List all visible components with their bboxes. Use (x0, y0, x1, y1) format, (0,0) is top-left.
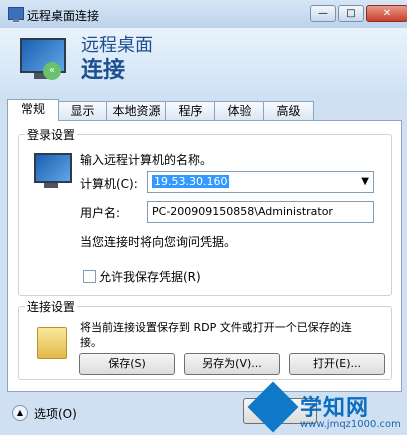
chevron-down-icon[interactable]: ▼ (361, 172, 369, 192)
tab-local-resources[interactable]: 本地资源 (106, 101, 167, 120)
computer-combobox[interactable]: 19.53.30.160 ▼ (147, 171, 374, 193)
login-settings-group: 登录设置 输入远程计算机的名称。 计算机(C): 19.53.30.160 ▼ … (18, 126, 392, 296)
connection-settings-title: 连接设置 (25, 298, 78, 315)
chevron-up-icon[interactable]: ▲ (12, 405, 28, 421)
computer-label: 计算机(C): (80, 177, 138, 191)
close-button[interactable]: ✕ (366, 5, 407, 22)
connection-description-line-2: 接。 (80, 336, 102, 349)
folder-icon (37, 327, 67, 359)
watermark-logo: 学知网 www.jmqz1000.com (247, 381, 407, 435)
login-settings-title: 登录设置 (25, 126, 78, 143)
title-bar: 远程桌面连接 — □ ✕ (0, 0, 407, 28)
watermark-name: 学知网 (300, 396, 370, 421)
tab-display[interactable]: 显示 (57, 101, 108, 120)
save-credentials-label: 允许我保存凭据(R) (99, 270, 201, 284)
connection-description-line-1: 将当前连接设置保存到 RDP 文件或打开一个已保存的连 (80, 321, 352, 334)
computer-name-prompt: 输入远程计算机的名称。 (80, 153, 213, 167)
save-button[interactable]: 保存(S) (79, 353, 175, 375)
minimize-button[interactable]: — (310, 5, 336, 22)
computer-icon (34, 153, 72, 183)
connect-arrow-icon: « (43, 62, 61, 80)
header-banner: « 远程桌面 连接 (0, 28, 407, 91)
tab-experience[interactable]: 体验 (214, 101, 265, 120)
general-tab-panel: 登录设置 输入远程计算机的名称。 计算机(C): 19.53.30.160 ▼ … (7, 120, 402, 392)
open-button[interactable]: 打开(E)... (289, 353, 385, 375)
computer-base-icon (44, 183, 58, 188)
credentials-note: 当您连接时将向您询问凭据。 (80, 235, 237, 249)
username-field[interactable]: PC-200909150858\Administrator (147, 201, 374, 223)
header-title: 连接 (81, 58, 126, 83)
tab-programs[interactable]: 程序 (165, 101, 216, 120)
remote-desktop-icon (8, 7, 24, 22)
watermark-url: www.jmqz1000.com (300, 419, 401, 430)
save-as-button[interactable]: 另存为(V)... (184, 353, 280, 375)
diamond-icon (247, 381, 299, 433)
computer-value: 19.53.30.160 (152, 175, 230, 188)
window-title: 远程桌面连接 (27, 9, 100, 23)
options-label[interactable]: 选项(O) (34, 405, 77, 422)
username-label: 用户名: (80, 206, 121, 220)
connection-settings-group: 连接设置 将当前连接设置保存到 RDP 文件或打开一个已保存的连 接。 保存(S… (18, 298, 392, 380)
tab-general[interactable]: 常规 (7, 99, 59, 121)
maximize-button[interactable]: □ (338, 5, 364, 22)
save-credentials-checkbox[interactable] (83, 270, 96, 283)
tab-advanced[interactable]: 高级 (263, 101, 314, 120)
